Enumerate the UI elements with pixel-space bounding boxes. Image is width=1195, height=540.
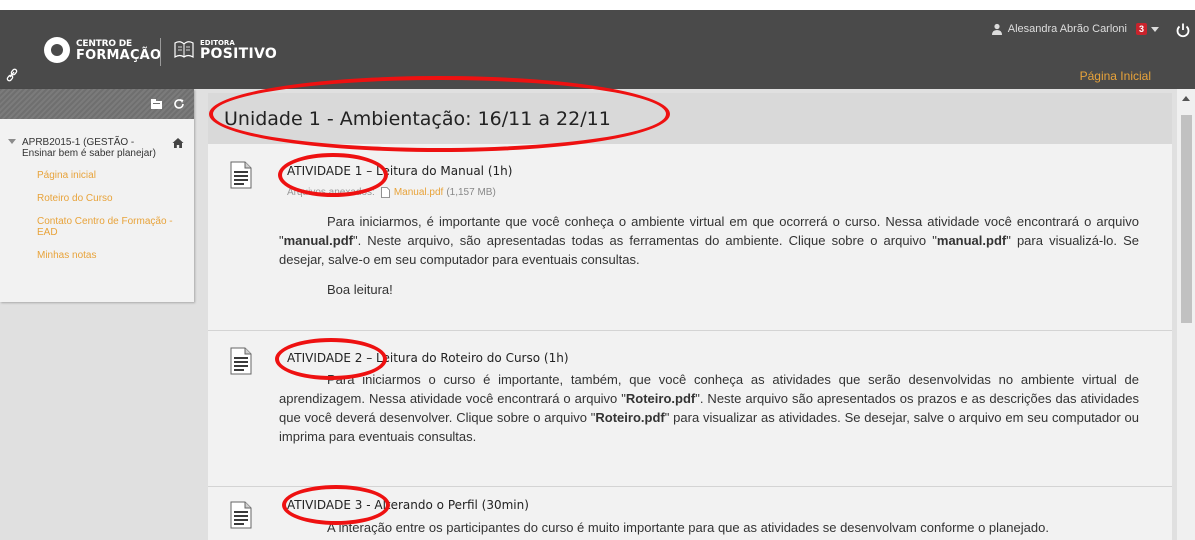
user-icon: [991, 23, 1002, 35]
annotation-ellipse-unit-title: [209, 76, 670, 152]
caret-down-icon[interactable]: [8, 139, 16, 144]
logo-ring-icon: [44, 37, 70, 63]
refresh-icon[interactable]: [173, 98, 185, 110]
sidebar-link-minhas-notas[interactable]: Minhas notas: [37, 250, 184, 261]
course-tree-item[interactable]: APRB2015-1 (GESTÃO - Ensinar bem é saber…: [0, 137, 194, 159]
document-icon[interactable]: [230, 161, 252, 189]
scroll-up-arrow-icon[interactable]: [1182, 96, 1190, 101]
file-icon[interactable]: [380, 187, 390, 198]
home-icon[interactable]: [172, 137, 184, 149]
user-menu[interactable]: Alesandra Abrão Carloni 3: [991, 23, 1159, 35]
activity-paragraph: Para iniciarmos, é importante que você c…: [279, 214, 1139, 267]
activity-body: Para iniciarmos o curso é importante, ta…: [279, 370, 1139, 446]
sidebar-link-pagina-inicial[interactable]: Página inicial: [37, 170, 184, 181]
user-name[interactable]: Alesandra Abrão Carloni: [1008, 23, 1127, 35]
folder-icon[interactable]: [150, 99, 163, 110]
page-scrollbar[interactable]: [1177, 89, 1195, 540]
logo-divider: [160, 38, 161, 66]
sidebar-links: Página inicial Roteiro do Curso Contato …: [0, 170, 194, 261]
annotation-ellipse-activity-3: [282, 485, 390, 525]
editora-positivo-logo[interactable]: EDITORA POSITIVO: [172, 37, 277, 61]
power-icon[interactable]: [1175, 22, 1191, 38]
document-icon[interactable]: [230, 347, 252, 375]
annotation-ellipse-activity-1: [278, 153, 388, 197]
activity-body: Para iniciarmos, é importante que você c…: [279, 212, 1139, 299]
activity-body: A interação entre os participantes do cu…: [279, 518, 1139, 537]
logo-ep-line2: POSITIVO: [200, 46, 278, 62]
centro-de-formacao-logo[interactable]: CENTRO DE FORMAÇÃO: [44, 37, 161, 63]
attachment-link[interactable]: Manual.pdf: [394, 187, 443, 198]
activity-closing: Boa leitura!: [327, 282, 393, 297]
sidebar-toolbar: [0, 89, 194, 119]
document-icon[interactable]: [230, 501, 252, 529]
annotation-ellipse-activity-2: [275, 338, 387, 380]
scrollbar-thumb[interactable]: [1181, 115, 1192, 323]
logo-cf-line2: FORMAÇÃO: [76, 48, 162, 63]
caret-down-icon[interactable]: [1151, 26, 1159, 32]
editora-positivo-mark-icon: [174, 41, 194, 59]
top-strip: [0, 0, 1195, 10]
sidebar-link-roteiro[interactable]: Roteiro do Curso: [37, 193, 184, 204]
nav-pagina-inicial[interactable]: Página Inicial: [1080, 69, 1151, 83]
activity-paragraph: Para iniciarmos o curso é importante, ta…: [279, 372, 1139, 444]
activity-paragraph: A interação entre os participantes do cu…: [327, 520, 1049, 535]
link-icon[interactable]: [6, 68, 18, 82]
sidebar-link-contato[interactable]: Contato Centro de Formação - EAD: [37, 216, 184, 238]
course-title[interactable]: APRB2015-1 (GESTÃO - Ensinar bem é saber…: [22, 137, 156, 159]
notification-badge[interactable]: 3: [1135, 23, 1147, 35]
course-sidebar: APRB2015-1 (GESTÃO - Ensinar bem é saber…: [0, 89, 194, 302]
attachment-size: (1,157 MB): [446, 187, 496, 198]
top-header: CENTRO DE FORMAÇÃO EDITORA POSITIVO Ales…: [0, 10, 1195, 99]
